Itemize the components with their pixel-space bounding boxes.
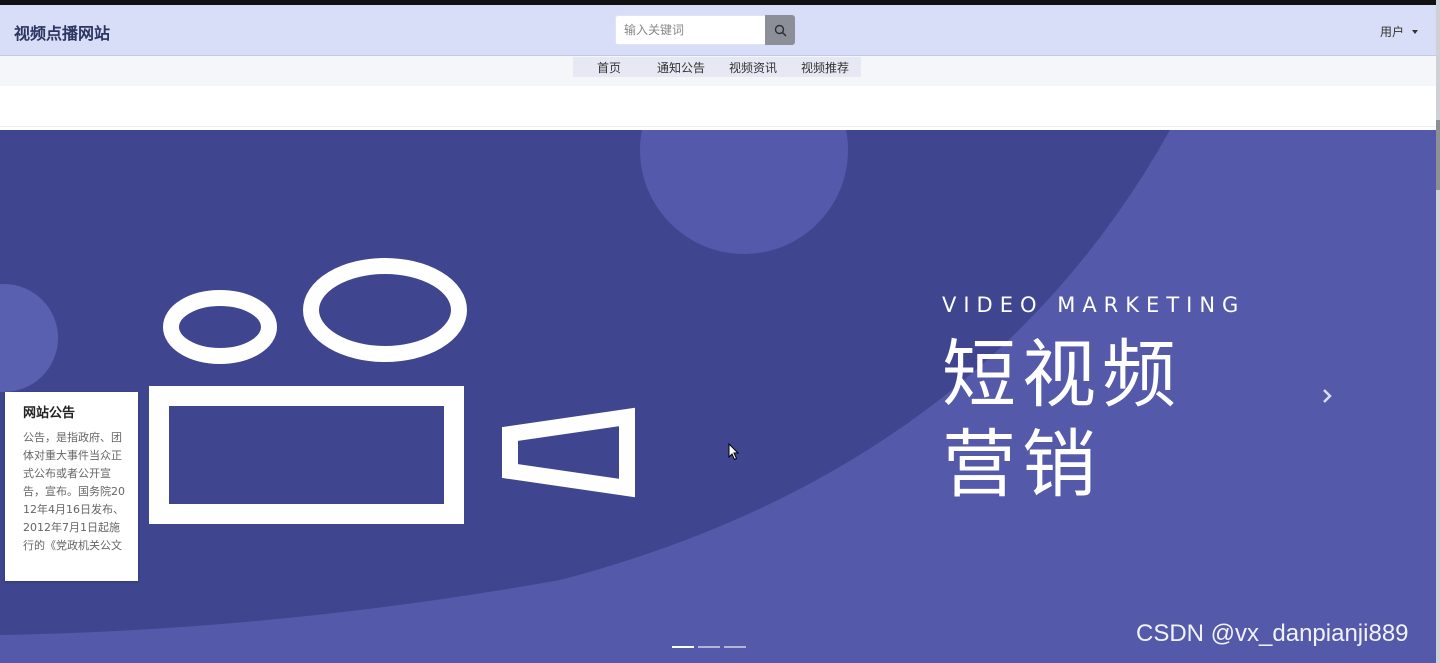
- carousel-dot[interactable]: [698, 646, 720, 648]
- carousel-dot[interactable]: [724, 646, 746, 648]
- banner-title-line2: 营销: [942, 422, 1102, 508]
- scrollbar-thumb[interactable]: [1436, 120, 1440, 190]
- mouse-cursor-icon: [728, 443, 740, 461]
- chevron-right-icon: [1323, 389, 1332, 403]
- watermark-text: CSDN @vx_danpianji889: [1136, 620, 1409, 647]
- search-button[interactable]: [765, 15, 795, 45]
- notice-card[interactable]: 网站公告 公告，是指政府、团体对重大事件当众正式公布或者公开宣告，宣布。国务院2…: [5, 392, 138, 581]
- search-bar: [615, 15, 795, 45]
- nav-item-video-recommend[interactable]: 视频推荐: [789, 59, 861, 76]
- nav-menu: 首页 通知公告 视频资讯 视频推荐: [573, 57, 861, 77]
- notice-card-body: 公告，是指政府、团体对重大事件当众正式公布或者公开宣告，宣布。国务院2012年4…: [23, 431, 125, 552]
- spacer-band: [0, 86, 1436, 127]
- page-scrollbar[interactable]: [1436, 0, 1440, 663]
- nav-item-notices[interactable]: 通知公告: [645, 59, 717, 76]
- site-header: 视频点播网站 用户: [0, 5, 1436, 56]
- search-input[interactable]: [615, 15, 765, 45]
- main-nav: 首页 通知公告 视频资讯 视频推荐: [0, 56, 1436, 86]
- site-title[interactable]: 视频点播网站: [14, 20, 110, 44]
- carousel-indicators: [672, 646, 746, 648]
- carousel-dot[interactable]: [672, 646, 694, 648]
- user-menu[interactable]: 用户: [1380, 23, 1418, 40]
- nav-item-home[interactable]: 首页: [573, 59, 645, 76]
- banner-eyebrow: VIDEO MARKETING: [942, 293, 1246, 317]
- search-icon: [774, 24, 787, 37]
- notice-card-fade: [5, 551, 138, 581]
- user-menu-label: 用户: [1379, 25, 1404, 39]
- hero-carousel[interactable]: VIDEO MARKETING 短视频 营销: [0, 130, 1436, 663]
- banner-title-line1: 短视频: [942, 332, 1182, 418]
- carousel-next-button[interactable]: [1322, 388, 1342, 412]
- banner-title: 短视频 营销: [942, 330, 1302, 510]
- nav-item-video-news[interactable]: 视频资讯: [717, 59, 789, 76]
- caret-down-icon: [1412, 29, 1418, 34]
- notice-card-title: 网站公告: [23, 406, 76, 421]
